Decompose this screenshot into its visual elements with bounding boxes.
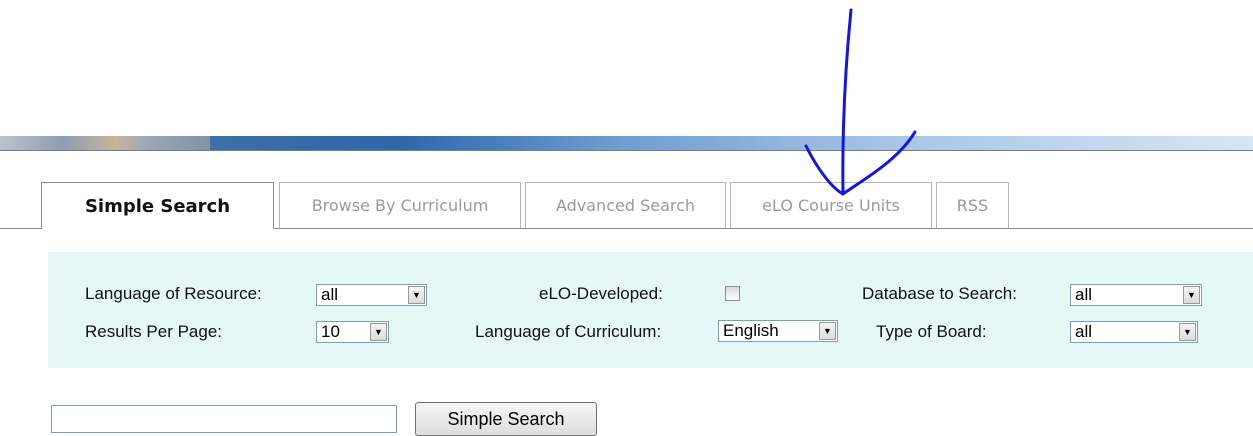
tab-simple-search[interactable]: Simple Search bbox=[41, 182, 274, 229]
elo-developed-label: eLO-Developed: bbox=[539, 284, 663, 303]
type-of-board-label: Type of Board: bbox=[876, 322, 987, 341]
language-of-resource-value: all bbox=[321, 285, 339, 304]
chevron-down-icon[interactable]: ▼ bbox=[408, 286, 425, 304]
search-input[interactable] bbox=[51, 405, 397, 433]
elo-developed-checkbox[interactable] bbox=[725, 286, 740, 301]
language-of-resource-select[interactable]: all ▼ bbox=[316, 284, 427, 306]
site-banner bbox=[0, 136, 1253, 151]
chevron-down-icon[interactable]: ▼ bbox=[819, 322, 836, 340]
language-of-resource-label: Language of Resource: bbox=[85, 284, 262, 303]
results-per-page-label: Results Per Page: bbox=[85, 322, 223, 341]
banner-image bbox=[0, 136, 210, 150]
database-to-search-select[interactable]: all ▼ bbox=[1070, 284, 1202, 306]
tab-advanced-search[interactable]: Advanced Search bbox=[525, 182, 726, 228]
search-options-panel: Language of Resource: all ▼ Results Per … bbox=[48, 252, 1253, 368]
type-of-board-value: all bbox=[1075, 322, 1093, 341]
tab-browse-by-curriculum[interactable]: Browse By Curriculum bbox=[279, 182, 521, 228]
chevron-down-icon[interactable]: ▼ bbox=[1183, 286, 1200, 304]
results-per-page-select[interactable]: 10 ▼ bbox=[316, 321, 389, 343]
results-per-page-value: 10 bbox=[321, 322, 340, 341]
chevron-down-icon[interactable]: ▼ bbox=[370, 323, 387, 341]
database-to-search-value: all bbox=[1075, 285, 1093, 304]
type-of-board-select[interactable]: all ▼ bbox=[1070, 321, 1198, 343]
simple-search-button[interactable]: Simple Search bbox=[415, 402, 597, 436]
tab-elo-course-units[interactable]: eLO Course Units bbox=[730, 182, 932, 228]
database-to-search-label: Database to Search: bbox=[862, 284, 1017, 303]
tab-rss[interactable]: RSS bbox=[936, 182, 1009, 228]
chevron-down-icon[interactable]: ▼ bbox=[1179, 323, 1196, 341]
language-of-curriculum-label: Language of Curriculum: bbox=[475, 322, 662, 341]
search-tabs: Simple Search Browse By Curriculum Advan… bbox=[0, 182, 1253, 229]
language-of-curriculum-value: English bbox=[723, 321, 779, 340]
language-of-curriculum-select[interactable]: English ▼ bbox=[718, 320, 838, 342]
